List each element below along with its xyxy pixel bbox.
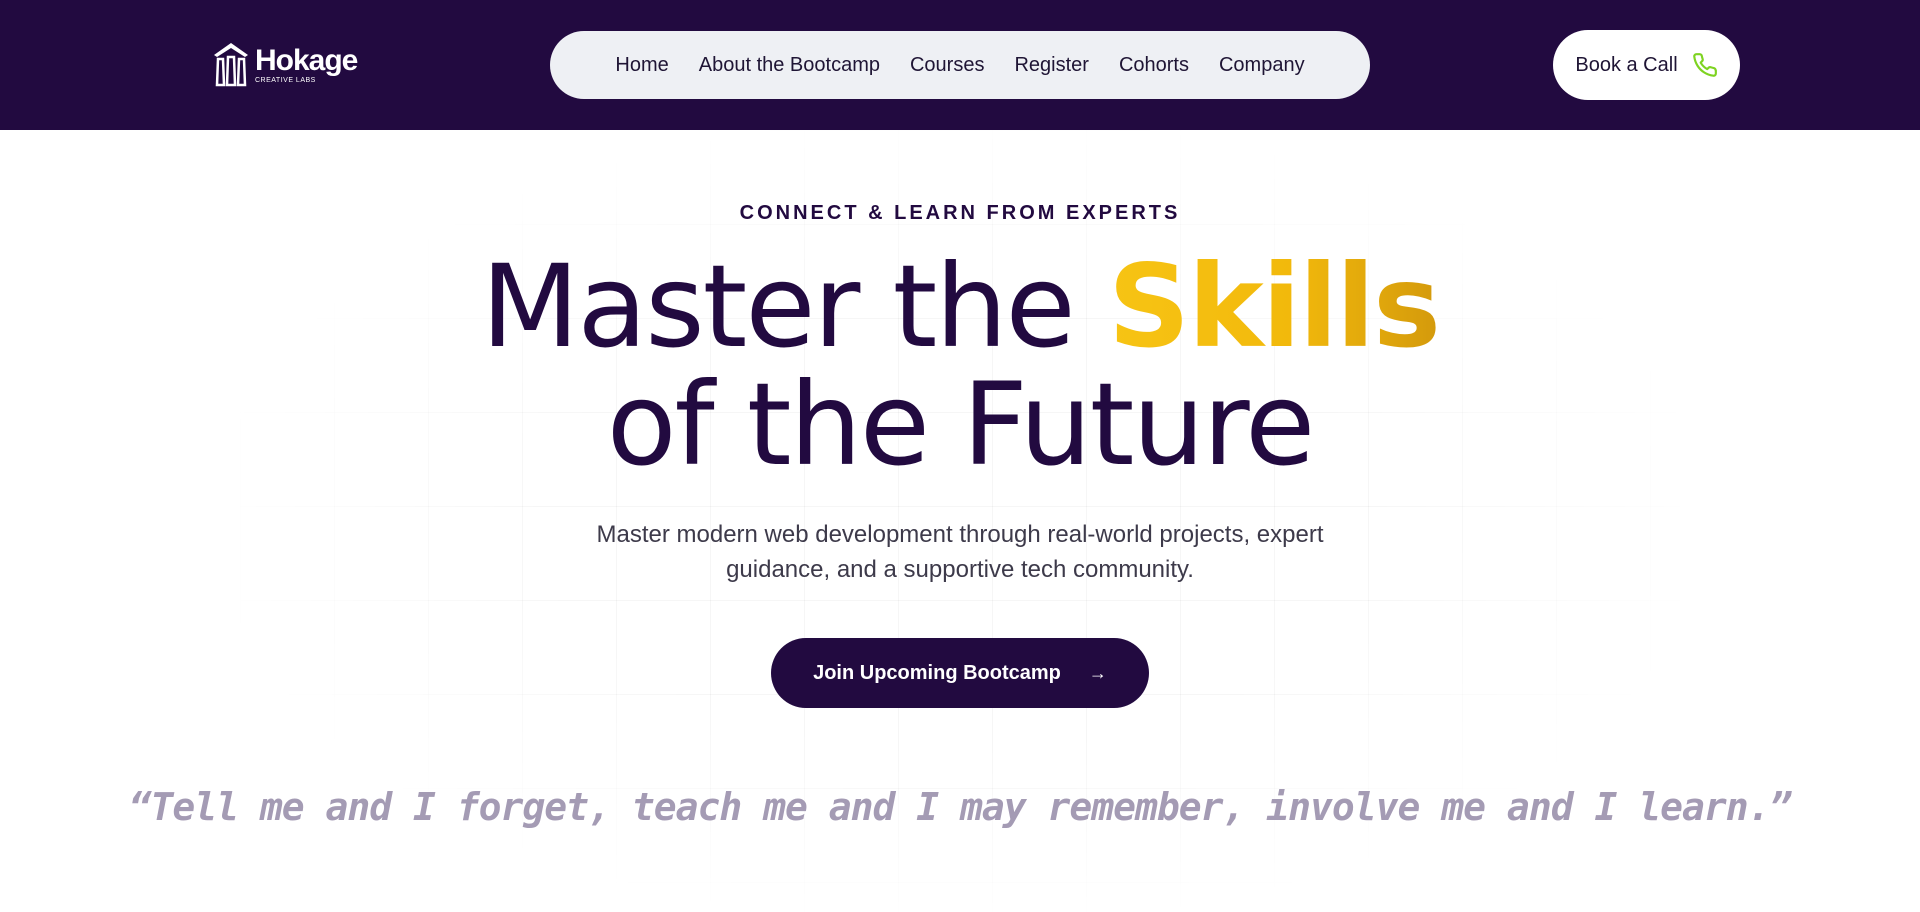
- hero-eyebrow: CONNECT & LEARN FROM EXPERTS: [739, 202, 1181, 224]
- hero-subtitle: Master modern web development through re…: [596, 521, 1324, 583]
- main-nav: Home About the Bootcamp Courses Register…: [550, 31, 1370, 99]
- book-call-button[interactable]: Book a Call: [1553, 30, 1740, 100]
- nav-item-courses[interactable]: Courses: [910, 54, 984, 77]
- book-call-label: Book a Call: [1575, 53, 1678, 76]
- logo-text: Hokage CREATIVE LABS: [255, 44, 358, 85]
- hero-headline: Master the Skills of the Future: [0, 248, 1920, 484]
- join-bootcamp-button[interactable]: Join Upcoming Bootcamp →: [771, 638, 1149, 708]
- temple-logo-icon: [214, 43, 248, 87]
- arrow-right-icon: →: [1088, 662, 1107, 683]
- site-header: Hokage CREATIVE LABS Home About the Boot…: [0, 0, 1920, 130]
- nav-item-cohorts[interactable]: Cohorts: [1119, 54, 1189, 77]
- nav-item-register[interactable]: Register: [1014, 54, 1088, 77]
- headline-line-2: of the Future: [606, 358, 1315, 491]
- headline-highlight: Skills: [1107, 240, 1441, 373]
- phone-icon: [1692, 52, 1718, 78]
- logo-subtitle: CREATIVE LABS: [255, 77, 316, 84]
- nav-item-home[interactable]: Home: [615, 54, 668, 77]
- hero-quote: “Tell me and I forget, teach me and I ma…: [128, 785, 1793, 829]
- headline-line-1: Master the Skills: [0, 248, 1920, 366]
- nav-item-company[interactable]: Company: [1219, 54, 1305, 77]
- hokage-logo[interactable]: Hokage CREATIVE LABS: [212, 40, 362, 90]
- logo-name: Hokage: [255, 44, 358, 77]
- join-bootcamp-label: Join Upcoming Bootcamp: [813, 661, 1061, 684]
- headline-part-1: Master the: [481, 240, 1108, 373]
- nav-item-about-bootcamp[interactable]: About the Bootcamp: [699, 54, 880, 77]
